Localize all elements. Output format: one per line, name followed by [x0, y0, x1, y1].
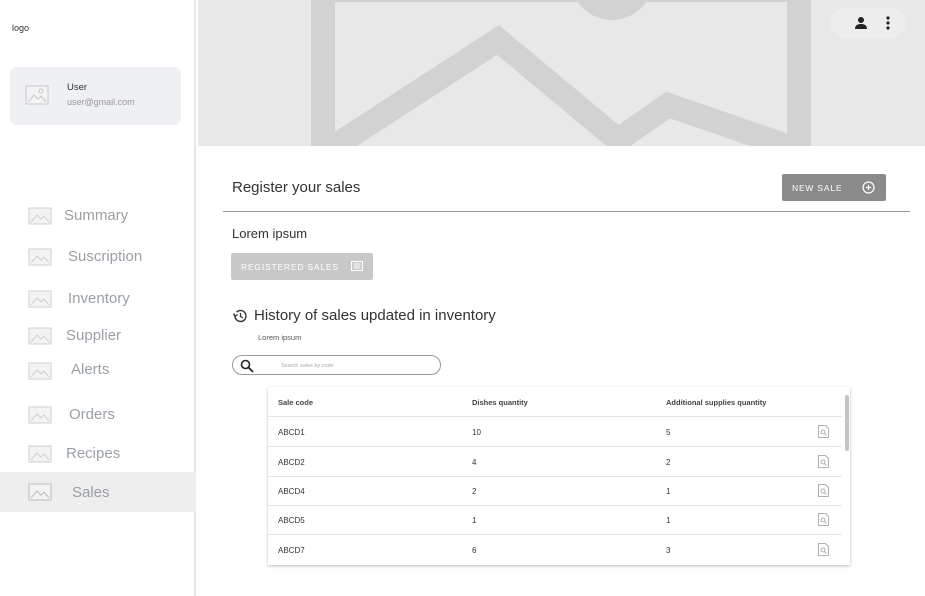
table-row[interactable]: ABCD2 4 2 [268, 447, 842, 477]
sidebar-item-label: Orders [69, 406, 115, 423]
cell-additional-supplies: 1 [666, 487, 671, 496]
cell-sale-code: ABCD2 [278, 458, 305, 467]
history-icon [232, 309, 247, 323]
cell-additional-supplies: 5 [666, 428, 671, 437]
page-title: Register your sales [232, 179, 361, 196]
sales-table: Sale code Dishes quantity Additional sup… [268, 387, 850, 565]
image-placeholder-icon [28, 327, 52, 345]
user-name: User [67, 82, 88, 93]
image-placeholder-icon [311, 0, 811, 146]
image-placeholder-icon [28, 483, 52, 501]
history-title: History of sales updated in inventory [254, 307, 496, 324]
cell-dishes-quantity: 6 [472, 546, 477, 555]
registered-sales-button[interactable]: REGISTERED SALES [231, 253, 373, 280]
table-scrollbar[interactable] [845, 395, 849, 451]
registered-sales-label: REGISTERED SALES [241, 262, 339, 272]
table-row[interactable]: ABCD7 6 3 [268, 535, 842, 565]
sidebar-item-suscription[interactable]: Suscription [0, 236, 196, 276]
list-icon [351, 261, 363, 271]
page-header: Register your sales NEW SALE [223, 170, 910, 212]
hero-image-placeholder [198, 0, 925, 146]
cell-sale-code: ABCD1 [278, 428, 305, 437]
sidebar-item-label: Summary [64, 207, 129, 224]
cell-dishes-quantity: 1 [472, 516, 477, 525]
cell-sale-code: ABCD5 [278, 516, 305, 525]
image-placeholder-icon [28, 290, 52, 308]
search-icon [240, 359, 254, 373]
cell-additional-supplies: 2 [666, 458, 671, 467]
cell-sale-code: ABCD7 [278, 546, 305, 555]
document-search-icon[interactable] [818, 513, 829, 526]
sidebar-item-recipes[interactable]: Recipes [0, 433, 196, 473]
cell-sale-code: ABCD4 [278, 487, 305, 496]
more-vert-icon[interactable] [885, 16, 891, 30]
sidebar-item-inventory[interactable]: Inventory [0, 278, 196, 318]
sidebar-item-label: Recipes [66, 445, 121, 462]
document-search-icon[interactable] [818, 455, 829, 468]
document-search-icon[interactable] [818, 543, 829, 556]
sidebar-item-supplier[interactable]: Supplier [0, 315, 196, 355]
cell-dishes-quantity: 4 [472, 458, 477, 467]
table-row[interactable]: ABCD4 2 1 [268, 476, 842, 506]
sidebar-item-label: Alerts [71, 361, 110, 378]
history-subtitle: Lorem ipsum [258, 333, 302, 342]
cell-dishes-quantity: 10 [472, 428, 481, 437]
cell-additional-supplies: 3 [666, 546, 671, 555]
table-header: Sale code Dishes quantity Additional sup… [268, 387, 842, 417]
sidebar-item-label: Suscription [68, 248, 143, 265]
search-input[interactable] [281, 359, 431, 372]
sidebar-item-label: Inventory [68, 290, 130, 307]
top-actions [830, 8, 906, 38]
sidebar-item-sales[interactable]: Sales [0, 472, 196, 512]
new-sale-label: NEW SALE [792, 183, 843, 193]
column-header-sale-code[interactable]: Sale code [278, 398, 313, 407]
person-icon[interactable] [854, 16, 868, 30]
add-circle-icon [862, 181, 875, 194]
section-subtitle: Lorem ipsum [232, 226, 308, 241]
image-placeholder-icon [28, 207, 52, 225]
user-email: user@gmail.com [67, 97, 135, 107]
image-placeholder-icon [28, 248, 52, 266]
sidebar: logo User user@gmail.com Summary Suscrip… [0, 0, 196, 596]
image-placeholder-icon [25, 85, 49, 105]
cell-dishes-quantity: 2 [472, 487, 477, 496]
table-row[interactable]: ABCD5 1 1 [268, 505, 842, 535]
table-row[interactable]: ABCD1 10 5 [268, 417, 842, 447]
logo[interactable]: logo [12, 23, 29, 33]
sidebar-item-orders[interactable]: Orders [0, 394, 196, 434]
sidebar-item-summary[interactable]: Summary [0, 195, 196, 235]
cell-additional-supplies: 1 [666, 516, 671, 525]
column-header-dishes-quantity[interactable]: Dishes quantity [472, 398, 528, 407]
search-bar [232, 355, 441, 375]
new-sale-button[interactable]: NEW SALE [782, 174, 886, 201]
image-placeholder-icon [28, 445, 52, 463]
user-card[interactable]: User user@gmail.com [10, 67, 181, 125]
sidebar-item-label: Sales [72, 484, 110, 501]
document-search-icon[interactable] [818, 484, 829, 497]
image-placeholder-icon [28, 362, 52, 380]
column-header-additional-supplies[interactable]: Additional supplies quantity [666, 398, 766, 407]
sidebar-item-alerts[interactable]: Alerts [0, 350, 196, 390]
image-placeholder-icon [28, 406, 52, 424]
document-search-icon[interactable] [818, 425, 829, 438]
sidebar-item-label: Supplier [66, 327, 122, 344]
